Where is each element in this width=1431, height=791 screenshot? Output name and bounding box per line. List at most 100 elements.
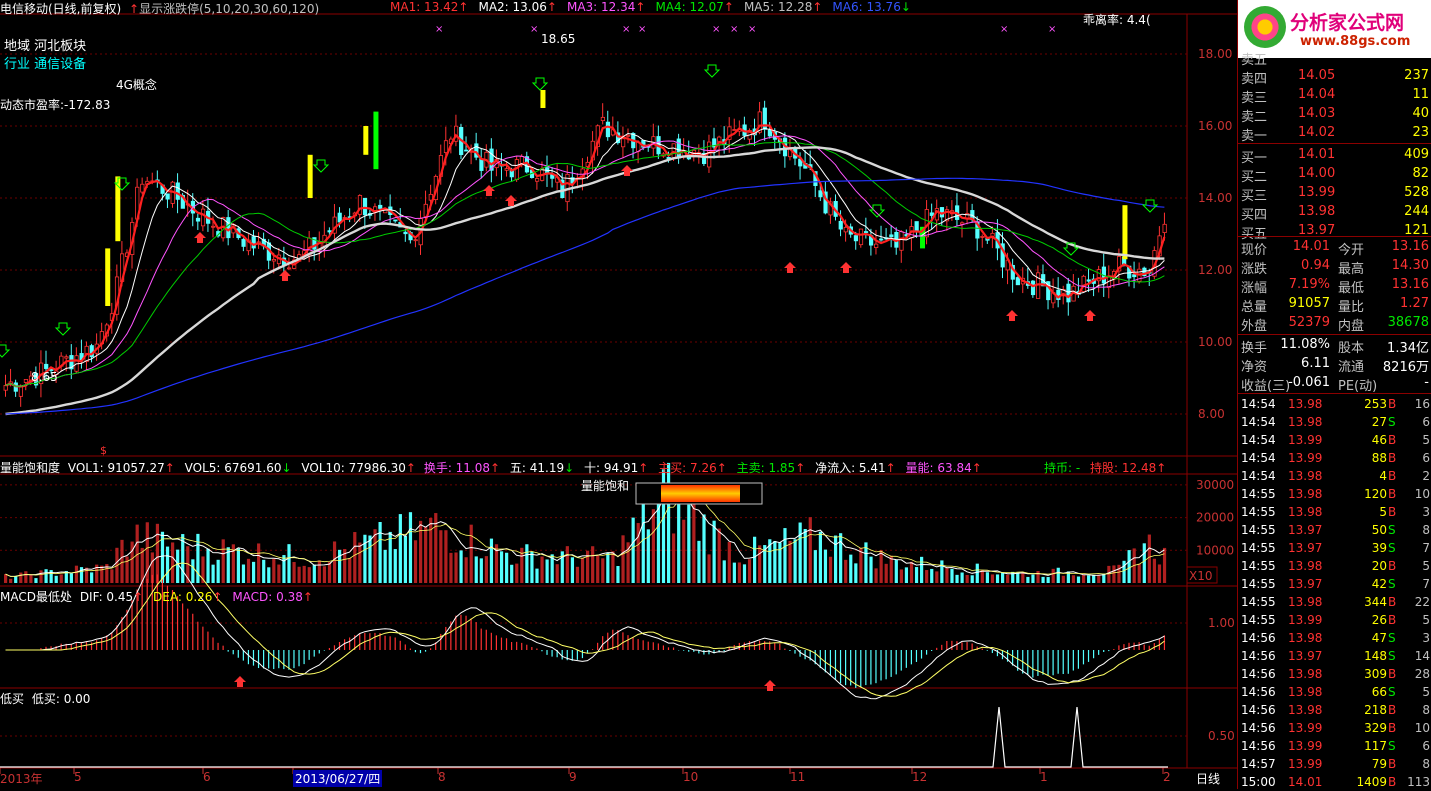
logo-url: www.88gs.com (1300, 34, 1411, 49)
date-tick: 2013/06/27/四 (293, 770, 383, 787)
tick-count: 8 (1422, 523, 1430, 537)
tick-time: 14:56 (1241, 703, 1276, 717)
candle-body (165, 193, 170, 200)
price-tick: 8.00 (1198, 407, 1225, 421)
tick-row: 14:54 13.98 27 S 6 (1238, 413, 1431, 431)
pe-label: 动态市盈率:-172.83 (0, 98, 111, 112)
volume-bar (732, 562, 736, 583)
quote-panel: 分析家公式网 www.88gs.com 卖五 卖四 14.05 237 卖三 14.04 1… (1237, 0, 1431, 789)
kline-chart-area[interactable]: × × × × × × × × × $ 18.00 16.00 14.00 12.00 10.00 8.00… (0, 0, 1237, 789)
volume-bar (1137, 563, 1141, 583)
volume-bar (616, 566, 620, 583)
tick-row: 14:55 13.97 42 S 7 (1238, 575, 1431, 593)
tick-price: 13.98 (1288, 631, 1323, 645)
volume-bar (904, 567, 909, 583)
volume-bar (44, 569, 48, 583)
tick-volume: 218 (1364, 703, 1387, 717)
candle-body (929, 212, 934, 216)
volume-bar (327, 562, 332, 583)
volume-bar (828, 556, 833, 583)
orderbook-volume: 82 (1412, 166, 1429, 181)
volume-bar (100, 565, 104, 583)
tick-row: 14:56 13.98 47 S 3 (1238, 629, 1431, 647)
volume-bar (1122, 560, 1126, 583)
tick-time: 14:55 (1241, 505, 1276, 519)
orderbook-row: 卖四 14.05 237 (1238, 67, 1431, 87)
price-tick: 16.00 (1198, 119, 1232, 133)
volume-bar (388, 531, 392, 583)
buy-signal (784, 262, 796, 273)
low-price-label: 8.65 (31, 370, 58, 384)
volume-bar (363, 534, 367, 583)
orderbook-volume: 409 (1404, 147, 1429, 162)
volume-bar (540, 556, 544, 583)
tick-volume: 42 (1371, 577, 1387, 591)
orderbook-volume: 237 (1404, 68, 1429, 83)
orderbook-label: 卖五 (1241, 53, 1268, 68)
candle-body (914, 221, 919, 233)
volume-bar (282, 555, 286, 583)
volume-bar (727, 541, 731, 583)
volume-unit: X10 (1189, 569, 1213, 583)
tick-time: 14:56 (1241, 667, 1276, 681)
tick-volume: 117 (1364, 739, 1387, 753)
volume-bar (793, 539, 797, 583)
mark-x: × (748, 24, 756, 35)
tick-price: 13.98 (1288, 595, 1323, 609)
orderbook-row: 买一 14.01 409 (1238, 146, 1431, 166)
volume-bar (737, 562, 742, 583)
volume-bar (687, 504, 691, 583)
volume-bar (484, 556, 488, 583)
quote-label: 量比 (1338, 300, 1365, 315)
volume-bar (317, 560, 321, 583)
candle-body (464, 149, 469, 152)
tick-direction: S (1388, 577, 1396, 591)
mark-x: × (1048, 24, 1056, 35)
volume-bar (171, 542, 175, 583)
volume-bar (712, 520, 716, 583)
volume-bar (813, 550, 817, 583)
candle-body (605, 121, 611, 138)
volume-bar (393, 549, 397, 583)
candle-body (23, 379, 29, 383)
candle-body (838, 220, 843, 230)
candle-body (393, 219, 398, 222)
volume-bar (1147, 534, 1151, 583)
divider (1238, 143, 1431, 144)
volume-bar (1162, 547, 1167, 583)
quote-row: 外盘 52379 内盘 38678 (1238, 314, 1431, 334)
volume-bar (798, 522, 802, 583)
ma-line (5, 141, 1165, 387)
orderbook-label: 卖一 (1241, 129, 1268, 144)
fund-value: 1.34亿 (1387, 341, 1429, 356)
fund-value: - (1424, 375, 1429, 390)
volume-bar (312, 564, 316, 583)
candle-body (1015, 277, 1020, 286)
candle-body (1066, 283, 1071, 303)
volume-bar (1041, 576, 1045, 583)
volume-bar (758, 545, 762, 583)
orderbook-row: 买二 14.00 82 (1238, 165, 1431, 185)
volume-bar (995, 574, 1000, 583)
tick-time: 14:55 (1241, 541, 1276, 555)
volume-bar (818, 531, 822, 583)
tick-row: 14:57 13.99 79 B 8 (1238, 755, 1431, 773)
quote-value: 13.16 (1391, 239, 1429, 254)
volume-bar (747, 559, 752, 583)
period-label[interactable]: 日线 (1196, 770, 1220, 787)
ma-legend-item: MA4: 12.07↑ (655, 0, 734, 14)
volume-bar (489, 538, 494, 583)
volume-bar (742, 564, 747, 583)
ma-line (5, 124, 1166, 388)
candle-body (600, 116, 605, 122)
tick-time: 14:55 (1241, 613, 1276, 627)
tick-row: 14:54 13.99 88 B 6 (1238, 449, 1431, 467)
tick-count: 5 (1422, 559, 1430, 573)
volume-bar (1021, 572, 1025, 583)
macd-tick: 1.00 (1208, 616, 1235, 630)
tick-direction: B (1388, 757, 1397, 771)
concept-label: 4G概念 (116, 78, 157, 92)
volume-bar (84, 567, 89, 583)
volume-bar (206, 548, 210, 583)
volume-bar (909, 561, 914, 583)
